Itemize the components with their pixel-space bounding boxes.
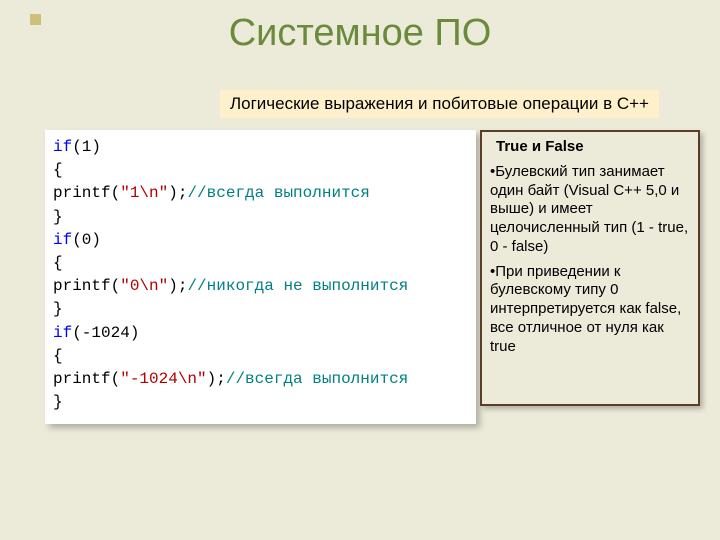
subtitle-banner: Логические выражения и побитовые операци… <box>220 90 659 118</box>
comment: //всегда выполнится <box>226 370 408 388</box>
info-bullet: •При приведении к булевскому типу 0 инте… <box>490 263 690 357</box>
code-line: printf("-1024\n");//всегда выполнится <box>53 368 468 391</box>
keyword-if: if <box>53 324 72 342</box>
code-text: (-1024) <box>72 324 139 342</box>
code-line: if(0) <box>53 229 468 252</box>
code-text: ); <box>168 184 187 202</box>
code-line: if(-1024) <box>53 322 468 345</box>
code-line: } <box>53 206 468 229</box>
code-line: } <box>53 391 468 414</box>
slide: Системное ПО Логические выражения и поби… <box>0 0 720 540</box>
keyword-if: if <box>53 138 72 156</box>
page-title: Системное ПО <box>0 12 720 55</box>
code-line: if(1) <box>53 136 468 159</box>
code-text: printf( <box>53 277 120 295</box>
code-line: printf("1\n");//всегда выполнится <box>53 182 468 205</box>
code-text: (1) <box>72 138 101 156</box>
comment: //всегда выполнится <box>187 184 369 202</box>
code-line: { <box>53 252 468 275</box>
code-line: printf("0\n");//никогда не выполнится <box>53 275 468 298</box>
string-literal: "0\n" <box>120 277 168 295</box>
code-text: printf( <box>53 184 120 202</box>
string-literal: "-1024\n" <box>120 370 206 388</box>
code-line: { <box>53 345 468 368</box>
code-line: { <box>53 159 468 182</box>
code-line: } <box>53 298 468 321</box>
code-text: printf( <box>53 370 120 388</box>
code-text: (0) <box>72 231 101 249</box>
string-literal: "1\n" <box>120 184 168 202</box>
comment: //никогда не выполнится <box>187 277 408 295</box>
info-text: Булевский тип занимает один байт (Visual… <box>490 163 688 255</box>
info-heading: True и False <box>496 138 690 157</box>
code-block: if(1) { printf("1\n");//всегда выполнитс… <box>45 130 476 424</box>
info-text: При приведении к булевскому типу 0 интер… <box>490 263 681 355</box>
code-text: ); <box>207 370 226 388</box>
keyword-if: if <box>53 231 72 249</box>
code-text: ); <box>168 277 187 295</box>
info-box: True и False •Булевский тип занимает оди… <box>480 130 700 406</box>
info-bullet: •Булевский тип занимает один байт (Visua… <box>490 163 690 257</box>
